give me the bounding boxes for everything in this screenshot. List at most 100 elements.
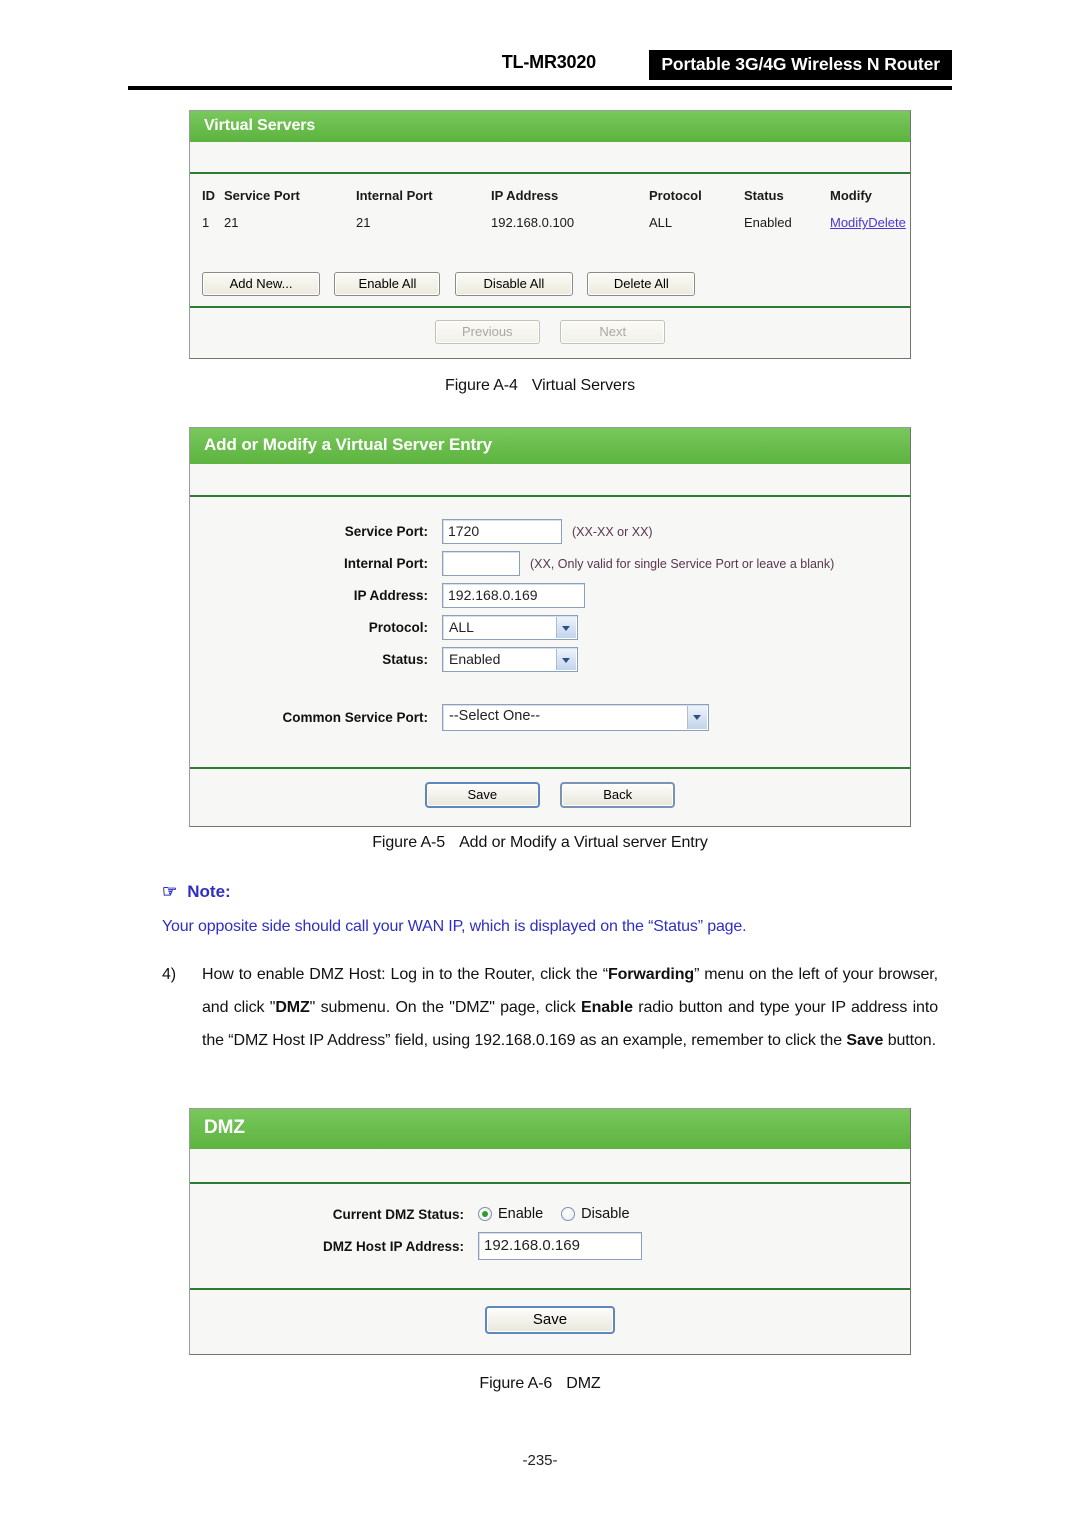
ip-address-label: IP Address: [353, 588, 428, 603]
column-header-service-port: Service Port [224, 188, 300, 203]
dmz-enable-radio[interactable] [478, 1207, 492, 1221]
add-modify-form: Service Port: (XX-XX or XX) Internal Por… [190, 497, 910, 767]
figure-a6-title: DMZ [566, 1375, 601, 1392]
dmz-enable-radio-label: Enable [498, 1206, 544, 1222]
router-model-label: TL-MR3020 [501, 52, 596, 72]
dmz-host-ip-input[interactable] [478, 1232, 642, 1260]
panel-spacer [190, 1149, 910, 1184]
instruction-line1-part1: How to enable DMZ Host: Log in to the Ro… [202, 966, 608, 983]
internal-port-label: Internal Port: [343, 556, 428, 571]
chevron-down-icon [556, 649, 576, 670]
protocol-select[interactable]: ALL [442, 615, 578, 640]
instruction-line4: 192.168.0.169 as an example, remember to… [474, 1032, 936, 1049]
delete-link[interactable]: Delete [868, 215, 906, 230]
panel-spacer [190, 464, 910, 497]
dmz-panel-title: DMZ [190, 1109, 910, 1149]
document-header: TL-MR3020 Portable 3G/4G Wireless N Rout… [128, 50, 952, 90]
previous-page-button[interactable]: Previous [434, 320, 540, 344]
status-label: Status: [382, 652, 428, 667]
instruction-line4-part2: button. [883, 1032, 936, 1049]
table-header-row: ID Service Port Internal Port IP Address… [190, 174, 910, 213]
dmz-panel: DMZ Current DMZ Status: Enable Disable D… [189, 1108, 911, 1355]
column-header-ip-address: IP Address [491, 188, 559, 203]
internal-port-hint: (XX, Only valid for single Service Port … [530, 556, 835, 571]
instruction-line4-part1: 192.168.0.169 as an example, remember to… [474, 1032, 847, 1049]
modify-link[interactable]: Modify [830, 215, 868, 230]
figure-a4-number: Figure A-4 [445, 377, 518, 394]
cell-status: Enabled [744, 215, 792, 230]
column-header-id: ID [202, 188, 215, 203]
note-heading-text: Note: [187, 882, 231, 901]
column-header-modify: Modify [830, 188, 872, 203]
cell-service-port: 21 [224, 215, 239, 230]
figure-a4-caption: Figure A-4 Virtual Servers [0, 377, 1080, 395]
ip-address-input[interactable] [442, 583, 585, 608]
add-modify-panel-title: Add or Modify a Virtual Server Entry [190, 428, 910, 464]
instruction-line2-part2: " submenu. On the "DMZ" page, click [309, 999, 582, 1016]
figure-a6-number: Figure A-6 [479, 1375, 553, 1392]
figure-a5-caption: Figure A-5 Add or Modify a Virtual server… [0, 834, 1080, 852]
figure-a6-caption: Figure A-6 DMZ [0, 1375, 1080, 1393]
instruction-dmz-bold: DMZ [275, 999, 310, 1016]
protocol-label: Protocol: [368, 620, 428, 635]
instruction-enable-bold: Enable [581, 999, 633, 1016]
instruction-line2-part3: radio [632, 999, 674, 1016]
column-header-protocol: Protocol [649, 188, 702, 203]
instruction-line1-part2: ” menu on the left [694, 966, 820, 983]
dmz-save-button[interactable]: Save [485, 1306, 615, 1334]
note-heading: ☞ Note: [162, 882, 231, 902]
column-header-internal-port: Internal Port [356, 188, 433, 203]
instruction-forwarding-bold: Forwarding [607, 966, 695, 983]
figure-a5-title: Add or Modify a Virtual server Entry [459, 834, 708, 851]
enable-all-button[interactable]: Enable All [334, 272, 441, 296]
dmz-footer: Save [190, 1288, 910, 1354]
figure-a4-title: Virtual Servers [531, 377, 635, 394]
virtual-servers-panel: Virtual Servers ID Service Port Internal… [189, 110, 911, 359]
protocol-row: Protocol: ALL [190, 615, 910, 640]
common-service-port-value: --Select One-- [449, 708, 541, 724]
chevron-down-icon [556, 617, 576, 638]
delete-all-button[interactable]: Delete All [587, 272, 696, 296]
cell-internal-port: 21 [356, 215, 371, 230]
product-name-banner: Portable 3G/4G Wireless N Router [649, 50, 952, 80]
ip-address-row: IP Address: [190, 583, 910, 608]
add-modify-virtual-server-panel: Add or Modify a Virtual Server Entry Ser… [189, 427, 911, 827]
service-port-hint: (XX-XX or XX) [572, 524, 653, 539]
add-new-button[interactable]: Add New... [202, 272, 320, 296]
dmz-status-radio-group: Enable Disable [478, 1206, 648, 1222]
instruction-save-bold: Save [846, 1032, 884, 1049]
cell-id: 1 [202, 215, 210, 230]
common-service-port-select[interactable]: --Select One-- [442, 704, 709, 731]
chevron-down-icon [687, 706, 707, 729]
status-select[interactable]: Enabled [442, 647, 578, 672]
status-row: Status: Enabled [190, 647, 910, 672]
internal-port-row: Internal Port: (XX, Only valid for singl… [190, 551, 910, 576]
dmz-host-ip-row: DMZ Host IP Address: [190, 1232, 910, 1260]
virtual-servers-pager: Previous Next [190, 306, 910, 358]
note-body: Your opposite side should call your WAN … [162, 918, 747, 935]
header-rule [128, 86, 952, 90]
back-button[interactable]: Back [560, 782, 676, 808]
virtual-servers-panel-title: Virtual Servers [190, 111, 910, 142]
table-row-spacer [190, 234, 910, 264]
common-service-port-row: Common Service Port: --Select One-- [190, 704, 910, 731]
dmz-disable-radio[interactable] [561, 1207, 576, 1221]
pointing-hand-icon: ☞ [162, 882, 178, 901]
add-modify-footer: Save Back [190, 767, 910, 826]
service-port-label: Service Port: [344, 524, 428, 539]
instruction-marker: 4) [162, 966, 177, 983]
next-page-button[interactable]: Next [560, 320, 666, 344]
disable-all-button[interactable]: Disable All [454, 272, 573, 296]
dmz-disable-radio-label: Disable [581, 1206, 630, 1222]
common-service-port-label: Common Service Port: [282, 710, 428, 725]
figure-a5-number: Figure A-5 [372, 834, 446, 851]
dmz-status-label: Current DMZ Status: [332, 1206, 464, 1222]
service-port-row: Service Port: (XX-XX or XX) [190, 519, 910, 544]
instruction-paragraph: 4) How to enable DMZ Host: Log in to the… [162, 958, 938, 1057]
panel-spacer [190, 142, 910, 174]
service-port-input[interactable] [442, 519, 562, 544]
internal-port-input[interactable] [442, 551, 520, 576]
dmz-status-row: Current DMZ Status: Enable Disable [190, 1206, 910, 1222]
save-button[interactable]: Save [424, 782, 540, 808]
virtual-servers-table: ID Service Port Internal Port IP Address… [190, 174, 910, 264]
